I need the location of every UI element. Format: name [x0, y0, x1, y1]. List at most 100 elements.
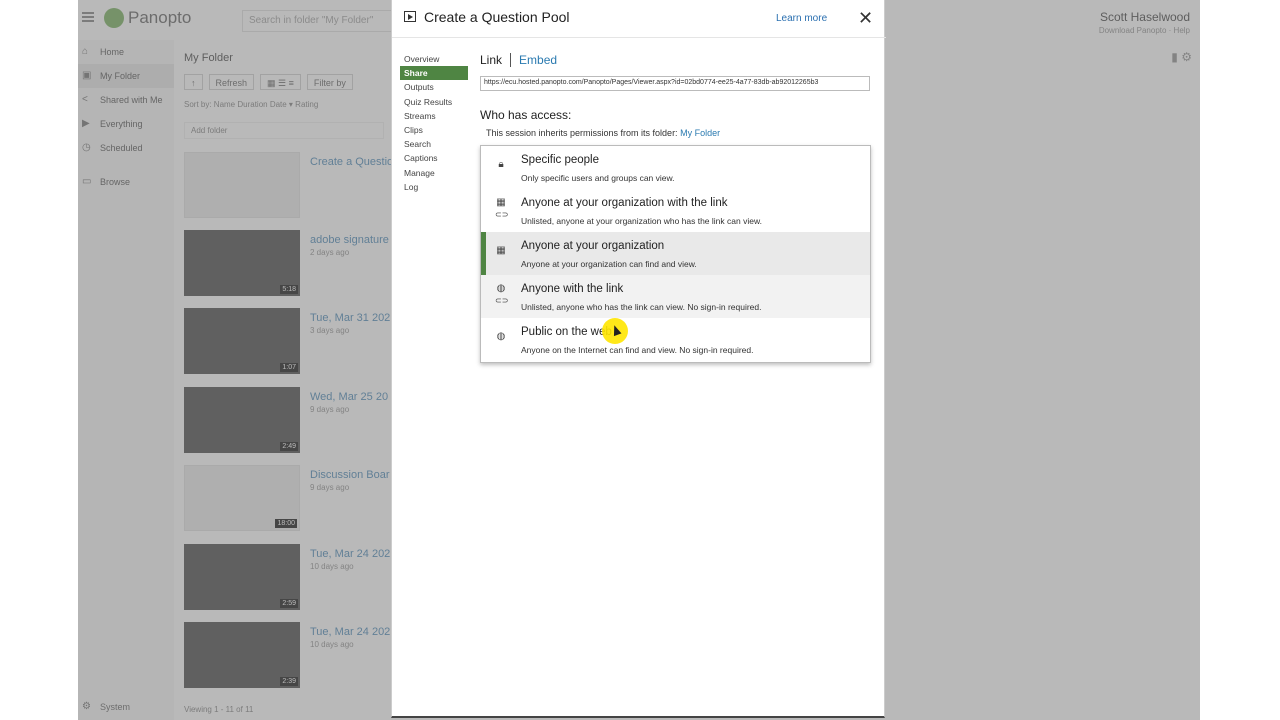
- dialog-nav: Overview Share Outputs Quiz Results Stre…: [400, 52, 468, 194]
- video-title[interactable]: Create a Questio: [310, 156, 393, 168]
- system-button[interactable]: ⚙ System: [82, 701, 130, 713]
- sidebar-item-label: Browse: [100, 177, 131, 187]
- sidebar: ⌂ Home ▣ My Folder < Shared with Me ▶ Everyt…: [78, 40, 174, 720]
- video-thumbnail[interactable]: 2:39: [184, 622, 300, 688]
- sidebar-item-everything[interactable]: ▶ Everything: [78, 112, 174, 136]
- video-thumbnail[interactable]: [184, 152, 300, 218]
- share-tabs: Link Embed: [480, 53, 557, 67]
- sidebar-item-scheduled[interactable]: ◷ Scheduled: [78, 136, 174, 160]
- inherit-note: This session inherits permissions from i…: [486, 128, 720, 138]
- access-heading: Who has access:: [480, 108, 572, 122]
- filter-input[interactable]: Filter by: [306, 74, 353, 90]
- duration-badge: 1:07: [280, 363, 298, 372]
- option-title: Anyone with the link: [521, 283, 624, 295]
- inherit-folder-link[interactable]: My Folder: [680, 128, 720, 138]
- menu-icon[interactable]: [82, 12, 94, 22]
- video-title[interactable]: Wed, Mar 25 20: [310, 391, 388, 403]
- video-date: 10 days ago: [310, 562, 354, 571]
- sidebar-item-browse[interactable]: ▭ Browse: [78, 170, 174, 194]
- sidebar-item-my-folder[interactable]: ▣ My Folder: [78, 64, 174, 88]
- video-title[interactable]: Discussion Boar: [310, 469, 389, 481]
- panopto-logo-icon: [104, 8, 124, 28]
- nav-captions[interactable]: Captions: [400, 151, 468, 165]
- folder-toolbar: ↑ Refresh ▦ ☰ ≡ Filter by: [184, 74, 353, 90]
- access-option-public[interactable]: ◍ Public on the web Anyone on the Intern…: [481, 318, 870, 361]
- duration-badge: 18:00: [275, 519, 297, 528]
- globe-icon: ◍: [496, 331, 506, 342]
- user-menu[interactable]: Scott Haselwood: [1100, 10, 1190, 24]
- sidebar-item-label: Home: [100, 47, 125, 57]
- video-thumbnail[interactable]: 18:00: [184, 465, 300, 531]
- refresh-button[interactable]: Refresh: [208, 74, 255, 90]
- nav-overview[interactable]: Overview: [400, 52, 468, 66]
- nav-share[interactable]: Share: [400, 66, 468, 81]
- option-desc: Anyone on the Internet can find and view…: [521, 345, 754, 355]
- video-date: 3 days ago: [310, 326, 350, 335]
- page-title: My Folder: [184, 52, 233, 64]
- access-option-specific-people[interactable]: 🔒︎ Specific people Only specific users a…: [481, 146, 870, 189]
- sidebar-item-label: Scheduled: [100, 143, 143, 153]
- clock-icon: ◷: [82, 142, 91, 153]
- option-desc: Anyone at your organization can find and…: [521, 259, 697, 269]
- nav-search[interactable]: Search: [400, 137, 468, 151]
- lock-icon: 🔒︎: [498, 159, 504, 170]
- nav-streams[interactable]: Streams: [400, 109, 468, 123]
- gear-icon[interactable]: ⚙: [1181, 50, 1192, 64]
- add-folder-button[interactable]: Add folder: [184, 122, 384, 139]
- org-icon: ▦: [496, 245, 506, 256]
- option-desc: Unlisted, anyone who has the link can vi…: [521, 302, 762, 312]
- duration-badge: 2:59: [280, 599, 298, 608]
- access-dropdown: 🔒︎ Specific people Only specific users a…: [480, 145, 871, 363]
- stats-settings-icons[interactable]: ▮ ⚙: [1171, 50, 1192, 64]
- video-date: 9 days ago: [310, 483, 350, 492]
- video-title[interactable]: Tue, Mar 31 202: [310, 312, 390, 324]
- gear-icon: ⚙: [82, 701, 91, 712]
- video-icon: ▶: [82, 118, 90, 129]
- video-thumbnail[interactable]: 5:18: [184, 230, 300, 296]
- sort-bar[interactable]: Sort by: Name Duration Date ▾ Rating: [184, 100, 318, 109]
- logo[interactable]: Panopto: [104, 8, 191, 28]
- option-title: Anyone at your organization: [521, 240, 665, 252]
- duration-badge: 5:18: [280, 285, 298, 294]
- session-settings-dialog: Create a Question Pool Learn more ✕ Over…: [391, 0, 886, 718]
- folder-icon: ▣: [82, 70, 92, 81]
- selected-indicator: [481, 232, 486, 275]
- access-option-org[interactable]: ▦ Anyone at your organization Anyone at …: [481, 232, 870, 275]
- video-thumbnail[interactable]: 1:07: [184, 308, 300, 374]
- nav-log[interactable]: Log: [400, 180, 468, 194]
- option-title: Public on the web: [521, 326, 612, 338]
- up-button[interactable]: ↑: [184, 74, 203, 90]
- sidebar-item-home[interactable]: ⌂ Home: [78, 40, 174, 64]
- nav-outputs[interactable]: Outputs: [400, 80, 468, 94]
- close-icon[interactable]: ✕: [858, 9, 873, 27]
- browse-icon: ▭: [82, 176, 92, 187]
- stats-icon[interactable]: ▮: [1171, 50, 1178, 64]
- search-input[interactable]: Search in folder "My Folder": [242, 10, 402, 32]
- video-thumbnail[interactable]: 2:49: [184, 387, 300, 453]
- view-toggle[interactable]: ▦ ☰ ≡: [260, 74, 301, 90]
- nav-clips[interactable]: Clips: [400, 123, 468, 137]
- video-icon: [404, 11, 416, 22]
- nav-manage[interactable]: Manage: [400, 166, 468, 180]
- option-desc: Unlisted, anyone at your organization wh…: [521, 216, 762, 226]
- video-title[interactable]: Tue, Mar 24 202: [310, 626, 390, 638]
- share-url-field[interactable]: https://ecu.hosted.panopto.com/Panopto/P…: [480, 76, 870, 91]
- sidebar-item-shared[interactable]: < Shared with Me: [78, 88, 174, 112]
- share-icon: <: [82, 94, 88, 105]
- duration-badge: 2:49: [280, 442, 298, 451]
- home-icon: ⌂: [82, 46, 89, 57]
- learn-more-link[interactable]: Learn more: [776, 13, 827, 24]
- user-sub-links[interactable]: Download Panopto · Help: [1099, 26, 1190, 35]
- org-link-icon: ▦ ⊂⊃: [495, 197, 509, 220]
- video-title[interactable]: adobe signature: [310, 234, 389, 246]
- tab-link[interactable]: Link: [480, 53, 502, 67]
- tab-embed[interactable]: Embed: [519, 53, 557, 67]
- option-desc: Only specific users and groups can view.: [521, 173, 675, 183]
- nav-quiz-results[interactable]: Quiz Results: [400, 95, 468, 109]
- sidebar-item-label: Shared with Me: [100, 95, 163, 105]
- access-option-anyone-link[interactable]: ◍ ⊂⊃ Anyone with the link Unlisted, anyon…: [481, 275, 870, 318]
- dialog-title: Create a Question Pool: [424, 9, 570, 25]
- video-title[interactable]: Tue, Mar 24 202: [310, 548, 390, 560]
- video-thumbnail[interactable]: 2:59: [184, 544, 300, 610]
- access-option-org-link[interactable]: ▦ ⊂⊃ Anyone at your organization with the…: [481, 189, 870, 232]
